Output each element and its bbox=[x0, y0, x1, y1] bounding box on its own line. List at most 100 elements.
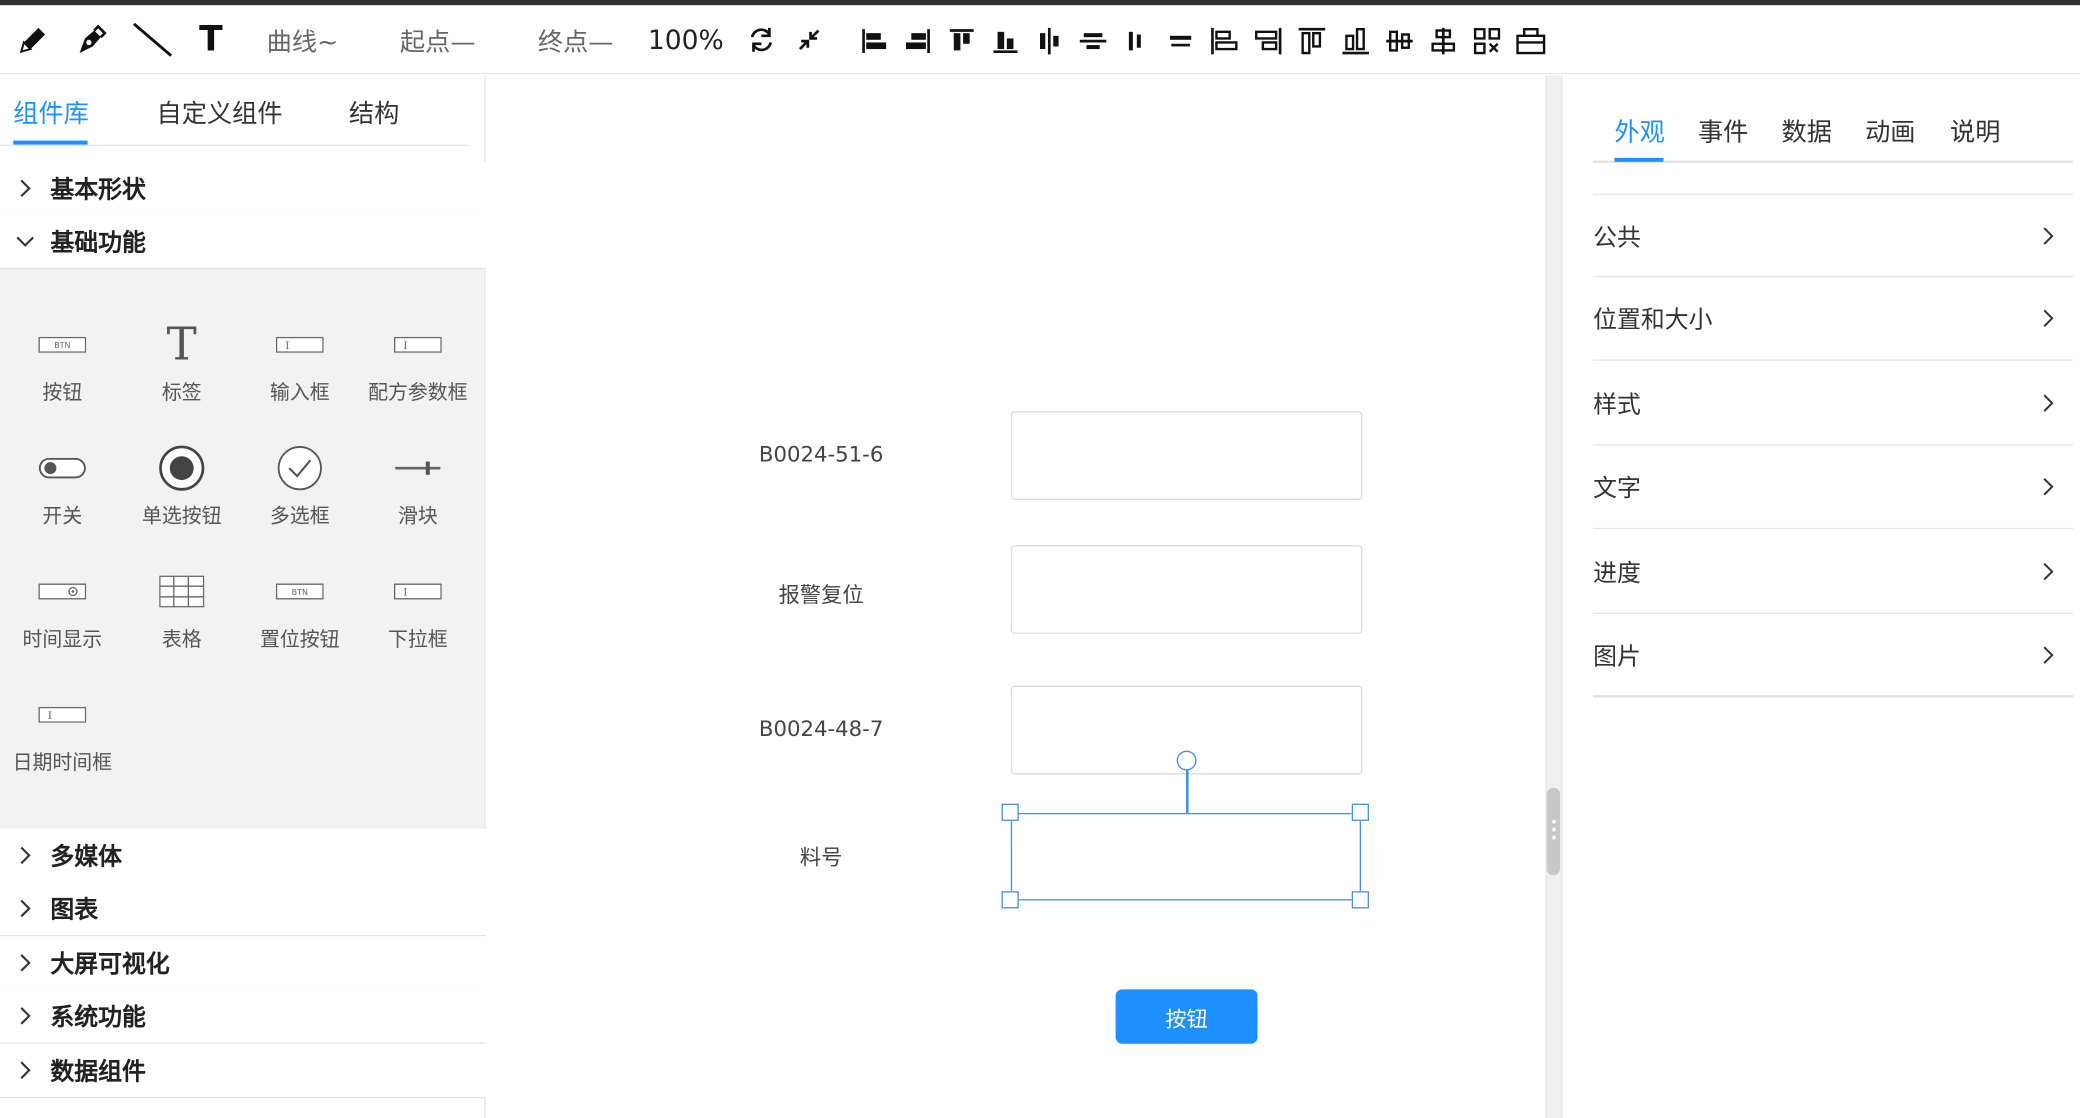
line-tool-icon[interactable] bbox=[130, 5, 175, 74]
section-big-screen[interactable]: 大屏可视化 bbox=[0, 936, 486, 991]
align-left-outline-icon[interactable] bbox=[1207, 24, 1241, 58]
resize-handle-bottom-right[interactable] bbox=[1351, 891, 1369, 909]
section-system-functions[interactable]: 系统功能 bbox=[0, 989, 486, 1044]
resize-handle-top-right[interactable] bbox=[1351, 803, 1369, 821]
dropdown-icon: I bbox=[358, 562, 477, 620]
section-basic-shapes[interactable]: 基本形状 bbox=[0, 161, 486, 217]
align-right-outline-icon[interactable] bbox=[1251, 24, 1285, 58]
splitter-handle[interactable] bbox=[1546, 787, 1560, 876]
section-data-components[interactable]: 数据组件 bbox=[0, 1043, 486, 1099]
svg-text:I: I bbox=[403, 585, 407, 598]
chevron-right-icon bbox=[2042, 225, 2055, 246]
align-bottom-icon[interactable] bbox=[988, 24, 1022, 58]
center-horizontal-outline-icon[interactable] bbox=[1382, 24, 1416, 58]
component-recipe-input[interactable]: I 配方参数框 bbox=[358, 316, 477, 422]
svg-text:I: I bbox=[285, 339, 289, 352]
tab-description[interactable]: 说明 bbox=[1950, 113, 2000, 149]
align-top-outline-icon[interactable] bbox=[1295, 24, 1329, 58]
chevron-right-icon bbox=[2042, 476, 2055, 497]
section-title: 大屏可视化 bbox=[50, 950, 170, 979]
component-label: 配方参数框 bbox=[368, 380, 468, 405]
ungroup-icon[interactable] bbox=[1514, 24, 1548, 58]
component-label: 下拉框 bbox=[387, 627, 448, 652]
resize-handle-top-left[interactable] bbox=[1001, 803, 1019, 821]
chevron-right-icon bbox=[0, 1007, 50, 1026]
align-center-horizontal-icon[interactable] bbox=[1032, 24, 1066, 58]
center-vertical-outline-icon[interactable] bbox=[1426, 24, 1460, 58]
prop-text[interactable]: 文字 bbox=[1593, 446, 2074, 530]
chevron-right-icon bbox=[2042, 644, 2055, 665]
chevron-right-icon bbox=[0, 179, 50, 198]
component-table[interactable]: 表格 bbox=[122, 562, 241, 668]
canvas-label[interactable]: B0024-51-6 bbox=[728, 442, 914, 467]
component-checkbox[interactable]: 多选框 bbox=[240, 439, 359, 545]
prop-label: 图片 bbox=[1593, 642, 1641, 671]
recipe-input-icon: I bbox=[358, 316, 477, 374]
component-label: 按钮 bbox=[42, 380, 83, 405]
tab-component-library[interactable]: 组件库 bbox=[13, 94, 89, 130]
collapse-icon[interactable] bbox=[796, 5, 823, 74]
group-icon[interactable] bbox=[1470, 24, 1504, 58]
component-input[interactable]: I 输入框 bbox=[240, 316, 359, 422]
text-tool-icon[interactable]: T bbox=[194, 5, 228, 74]
section-charts[interactable]: 图表 bbox=[0, 881, 486, 937]
tab-data[interactable]: 数据 bbox=[1782, 113, 1832, 149]
component-text-label[interactable]: T 标签 bbox=[122, 316, 241, 422]
align-left-icon[interactable] bbox=[857, 24, 891, 58]
tab-events[interactable]: 事件 bbox=[1698, 113, 1748, 149]
section-multimedia[interactable]: 多媒体 bbox=[0, 828, 486, 884]
chevron-right-icon bbox=[0, 846, 50, 865]
resize-handle-bottom-left[interactable] bbox=[1001, 891, 1019, 909]
tab-animation[interactable]: 动画 bbox=[1865, 113, 1915, 149]
component-slider[interactable]: 滑块 bbox=[358, 439, 477, 545]
curve-select[interactable]: 曲线~ bbox=[260, 5, 345, 74]
tab-structure[interactable]: 结构 bbox=[349, 94, 399, 130]
selected-input-box[interactable] bbox=[1010, 812, 1362, 901]
prop-position-size[interactable]: 位置和大小 bbox=[1593, 277, 2074, 361]
tab-appearance[interactable]: 外观 bbox=[1614, 113, 1664, 149]
pen-tool-icon[interactable] bbox=[72, 5, 112, 74]
section-basic-functions[interactable]: 基础功能 bbox=[0, 214, 486, 270]
svg-text:I: I bbox=[48, 709, 52, 722]
slider-icon bbox=[358, 439, 477, 497]
prop-progress[interactable]: 进度 bbox=[1593, 530, 2074, 615]
zoom-level[interactable]: 100% bbox=[647, 5, 724, 74]
component-dropdown[interactable]: I 下拉框 bbox=[358, 562, 477, 668]
component-button[interactable]: BTN 按钮 bbox=[3, 316, 122, 422]
prop-image[interactable]: 图片 bbox=[1593, 614, 2074, 698]
distribute-horizontal-icon[interactable] bbox=[1120, 24, 1154, 58]
section-title: 图表 bbox=[50, 896, 99, 925]
rotation-line bbox=[1185, 769, 1188, 813]
component-toggle[interactable]: 开关 bbox=[3, 439, 122, 545]
align-center-vertical-icon[interactable] bbox=[1076, 24, 1110, 58]
canvas-input-box[interactable] bbox=[1010, 545, 1363, 634]
prop-common[interactable]: 公共 bbox=[1593, 193, 2074, 278]
rotate-handle[interactable] bbox=[1176, 750, 1197, 771]
canvas-label[interactable]: 料号 bbox=[728, 839, 914, 871]
component-label: 标签 bbox=[161, 380, 202, 405]
start-arrow-select[interactable]: 起点— bbox=[398, 5, 478, 74]
section-title: 基础功能 bbox=[50, 229, 146, 258]
align-top-icon[interactable] bbox=[944, 24, 978, 58]
panel-splitter[interactable] bbox=[1545, 75, 1563, 1118]
canvas-label[interactable]: B0024-48-7 bbox=[728, 716, 914, 741]
component-datetime[interactable]: I 日期时间框 bbox=[3, 686, 122, 792]
refresh-icon[interactable] bbox=[746, 5, 778, 74]
pencil-icon[interactable] bbox=[13, 5, 53, 74]
component-time-display[interactable]: 时间显示 bbox=[3, 562, 122, 668]
component-radio[interactable]: 单选按钮 bbox=[122, 439, 241, 545]
chevron-right-icon bbox=[0, 899, 50, 918]
checkbox-icon bbox=[240, 439, 359, 497]
align-right-icon[interactable] bbox=[901, 24, 935, 58]
canvas-label[interactable]: 报警复位 bbox=[728, 577, 914, 609]
canvas-input-box[interactable] bbox=[1010, 411, 1363, 500]
align-bottom-outline-icon[interactable] bbox=[1338, 24, 1372, 58]
component-set-button[interactable]: BTN 置位按钮 bbox=[240, 562, 359, 668]
prop-style[interactable]: 样式 bbox=[1593, 362, 2074, 446]
chevron-down-icon bbox=[0, 233, 50, 249]
tab-custom-components[interactable]: 自定义组件 bbox=[157, 94, 283, 130]
properties-panel: 外观 事件 数据 动画 说明 公共 位置和大小 样式 文字 进度 图片 bbox=[1562, 75, 2080, 1118]
end-arrow-select[interactable]: 终点— bbox=[536, 5, 616, 74]
distribute-vertical-icon[interactable] bbox=[1163, 24, 1197, 58]
canvas-button[interactable]: 按钮 bbox=[1115, 989, 1258, 1044]
